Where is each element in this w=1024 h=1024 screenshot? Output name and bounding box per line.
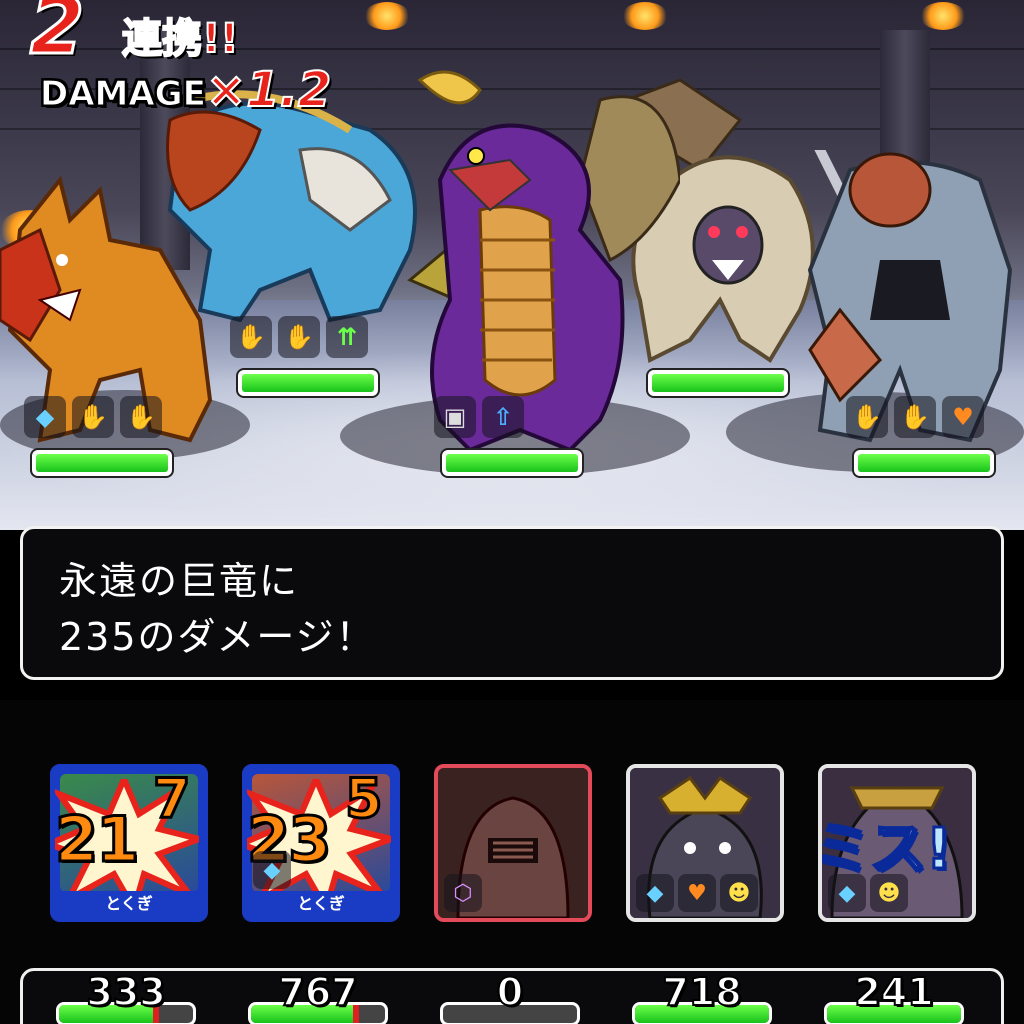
- combo-label: 連携!!: [121, 15, 239, 63]
- skill-label: とくぎ: [55, 891, 203, 917]
- enemy-hp-bar: [442, 450, 582, 476]
- member-status-icons: ◆ ♥ ☻: [636, 874, 758, 912]
- party-hp-value: 767: [277, 969, 358, 1015]
- attack-paw-icon: ✋: [72, 396, 114, 438]
- enemy-hp-bar: [854, 450, 994, 476]
- combo-count: 2: [28, 0, 85, 74]
- defense-up-icon: ◆: [636, 874, 674, 912]
- single-buff-icon: ☻: [870, 874, 908, 912]
- curse-icon: ⬡: [444, 874, 482, 912]
- damage-number-last-digit: 5: [344, 767, 385, 832]
- torch-flame: [920, 2, 966, 30]
- skill-label: とくぎ: [247, 891, 395, 917]
- party-hp-value: 0: [496, 969, 524, 1015]
- enemy-hp-bar: [32, 450, 172, 476]
- enemy-status-icons: ✋ ✋ ⇈: [230, 316, 368, 358]
- miss-text: ミス!: [818, 816, 953, 884]
- party-hp-value: 333: [85, 969, 166, 1015]
- enemy-hp-bar: [648, 370, 788, 396]
- party-member-3-card[interactable]: ⬡: [434, 764, 592, 922]
- enemy-hp-fill: [36, 454, 168, 472]
- battle-message-box: 永遠の巨竜に 235のダメージ！: [20, 526, 1004, 680]
- magic-paw-icon: ✋: [120, 396, 162, 438]
- heart-icon: ♥: [678, 874, 716, 912]
- damage-number: 21: [55, 802, 141, 878]
- attack-up-arrow-icon: ⇧: [482, 396, 524, 438]
- attack-paw-icon: ✋: [230, 316, 272, 358]
- shield-icon: ▣: [434, 396, 476, 438]
- party-member-5-card[interactable]: ミス! ◆ ☻: [818, 764, 976, 922]
- damage-label: DAMAGE: [40, 74, 207, 115]
- member-status-icons: ⬡: [444, 874, 482, 912]
- damage-multiplier: ×1.2: [205, 61, 332, 119]
- member-status-icons: ◆ ☻: [828, 874, 908, 912]
- message-line-1: 永遠の巨竜に: [59, 559, 300, 603]
- damage-number-last-digit: 7: [152, 767, 193, 832]
- speed-up-icon: ⇈: [326, 316, 368, 358]
- enemy-hp-fill: [858, 454, 990, 472]
- party-member-4-card[interactable]: ◆ ♥ ☻: [626, 764, 784, 922]
- enemy-hp-fill: [446, 454, 578, 472]
- party-hp-value: 241: [853, 969, 934, 1015]
- magic-paw-icon: ✋: [278, 316, 320, 358]
- magic-paw-icon: ✋: [894, 396, 936, 438]
- torch-flame: [622, 2, 668, 30]
- party-hp-value: 718: [661, 969, 742, 1015]
- enemy-status-icons: ✋ ✋ ♥: [846, 396, 984, 438]
- enemy-hp-fill: [242, 374, 374, 392]
- party-member-2-card[interactable]: 23 5 ◆ とくぎ: [242, 764, 400, 922]
- heart-icon: ♥: [942, 396, 984, 438]
- enemy-status-icons: ▣ ⇧: [434, 396, 524, 438]
- attack-paw-icon: ✋: [846, 396, 888, 438]
- message-line-2: 235のダメージ！: [59, 615, 376, 659]
- defense-up-icon: ◆: [24, 396, 66, 438]
- enemy-status-icons: ◆ ✋ ✋: [24, 396, 162, 438]
- defense-up-icon: ◆: [828, 874, 866, 912]
- defense-up-icon: ◆: [253, 851, 291, 889]
- torch-flame: [364, 2, 410, 30]
- member-status-icons: ◆: [253, 851, 291, 889]
- party-member-1-card[interactable]: 21 7 とくぎ: [50, 764, 208, 922]
- enemy-hp-bar: [238, 370, 378, 396]
- battle-screen: ◆ ✋ ✋ ✋ ✋ ⇈ ▣ ⇧ ✋ ✋ ♥ 2 連携!! DAMAGE ×1.2…: [0, 0, 1024, 1024]
- enemy-purple-dragon[interactable]: [380, 60, 680, 460]
- party-buff-icon: ☻: [720, 874, 758, 912]
- enemy-hp-fill: [652, 374, 784, 392]
